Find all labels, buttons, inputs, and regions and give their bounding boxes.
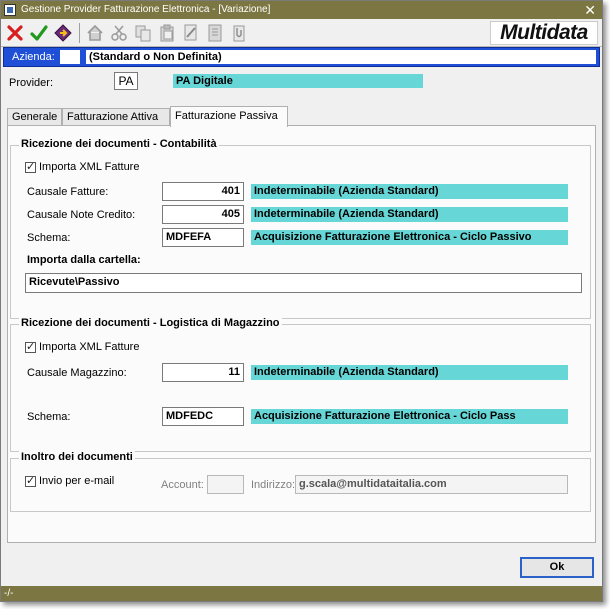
azienda-code-field <box>60 50 80 64</box>
attach-icon[interactable] <box>229 23 249 43</box>
azienda-description: (Standard o Non Definita) <box>86 50 596 64</box>
group-ricezione-magazzino-title: Ricezione dei documenti - Logistica di M… <box>19 317 282 329</box>
provider-label: Provider: <box>9 77 54 89</box>
tab-fatturazione-attiva[interactable]: Fatturazione Attiva <box>62 108 170 126</box>
toolbar-separator <box>79 23 80 43</box>
confirm-icon[interactable] <box>29 23 49 43</box>
indirizzo-label: Indirizzo: <box>251 479 296 491</box>
run-icon[interactable] <box>53 23 73 43</box>
main-window: Gestione Provider Fatturazione Elettroni… <box>0 0 603 602</box>
window-title: Gestione Provider Fatturazione Elettroni… <box>21 4 271 15</box>
cut-icon[interactable] <box>109 23 129 43</box>
ok-button[interactable]: Ok <box>520 557 594 578</box>
toolbar: Multidata <box>1 19 602 47</box>
tab-fatturazione-attiva-label: Fatturazione Attiva <box>67 111 159 123</box>
cancel-icon[interactable] <box>5 23 25 43</box>
schema-label: Schema: <box>27 232 71 244</box>
indirizzo-input[interactable]: g.scala@multidataitalia.com <box>295 475 568 494</box>
account-label: Account: <box>161 479 204 491</box>
tab-fatturazione-passiva[interactable]: Fatturazione Passiva <box>170 106 288 127</box>
account-input[interactable] <box>207 475 244 494</box>
importa-xml-label: Importa XML Fatture <box>39 161 140 173</box>
invio-email-label: Invio per e-mail <box>39 475 115 487</box>
importa-xml-magazzino-checkbox[interactable] <box>25 340 36 353</box>
invio-email-checkbox[interactable] <box>25 474 36 487</box>
edit-icon[interactable] <box>181 23 201 43</box>
schema-description: Acquisizione Fatturazione Elettronica - … <box>251 230 568 245</box>
schema-magazzino-input[interactable]: MDFEDC <box>162 407 244 426</box>
group-ricezione-magazzino: Ricezione dei documenti - Logistica di M… <box>10 317 591 452</box>
tab-panel-fatturazione-passiva: Ricezione dei documenti - Contabilità Im… <box>7 125 596 543</box>
schema-magazzino-label: Schema: <box>27 411 71 423</box>
home-icon[interactable] <box>85 23 105 43</box>
importa-xml-checkbox[interactable] <box>25 160 36 173</box>
close-window-button[interactable]: ✕ <box>584 1 596 19</box>
group-inoltro-documenti: Inoltro dei documenti Invio per e-mail A… <box>10 451 591 512</box>
causale-fatture-label: Causale Fatture: <box>27 186 109 198</box>
causale-fatture-description: Indeterminabile (Azienda Standard) <box>251 184 568 199</box>
status-text: -/- <box>4 588 14 599</box>
schema-magazzino-description: Acquisizione Fatturazione Elettronica - … <box>251 409 568 424</box>
tab-generale[interactable]: Generale <box>7 108 62 126</box>
causale-note-credito-input[interactable]: 405 <box>162 205 244 224</box>
status-bar: -/- <box>1 586 602 601</box>
copy-icon[interactable] <box>133 23 153 43</box>
importa-xml-magazzino-label: Importa XML Fatture <box>39 341 140 353</box>
multidata-logo: Multidata <box>490 21 598 45</box>
group-inoltro-documenti-title: Inoltro dei documenti <box>19 451 135 463</box>
causale-magazzino-input[interactable]: 11 <box>162 363 244 382</box>
importa-cartella-label: Importa dalla cartella: <box>27 254 141 266</box>
paste-icon[interactable] <box>157 23 177 43</box>
app-icon <box>4 4 16 16</box>
schema-input[interactable]: MDFEFA <box>162 228 244 247</box>
title-bar: Gestione Provider Fatturazione Elettroni… <box>1 1 602 19</box>
azienda-label: Azienda: <box>12 51 55 63</box>
provider-description: PA Digitale <box>173 74 423 88</box>
causale-fatture-input[interactable]: 401 <box>162 182 244 201</box>
provider-code-field[interactable]: PA <box>114 72 138 90</box>
ok-button-label: Ok <box>549 561 565 573</box>
causale-note-credito-label: Causale Note Credito: <box>27 209 136 221</box>
causale-magazzino-label: Causale Magazzino: <box>27 367 127 379</box>
azienda-bar: Azienda: (Standard o Non Definita) <box>3 47 600 67</box>
group-ricezione-contabilita-title: Ricezione dei documenti - Contabilità <box>19 138 219 150</box>
importa-cartella-input[interactable]: Ricevute\Passivo <box>25 273 582 293</box>
group-ricezione-contabilita: Ricezione dei documenti - Contabilità Im… <box>10 138 591 319</box>
tab-fatturazione-passiva-label: Fatturazione Passiva <box>175 110 278 122</box>
causale-magazzino-description: Indeterminabile (Azienda Standard) <box>251 365 568 380</box>
document-icon[interactable] <box>205 23 225 43</box>
provider-row: Provider: PA PA Digitale <box>1 67 602 97</box>
tab-generale-label: Generale <box>12 111 58 123</box>
causale-note-credito-description: Indeterminabile (Azienda Standard) <box>251 207 568 222</box>
